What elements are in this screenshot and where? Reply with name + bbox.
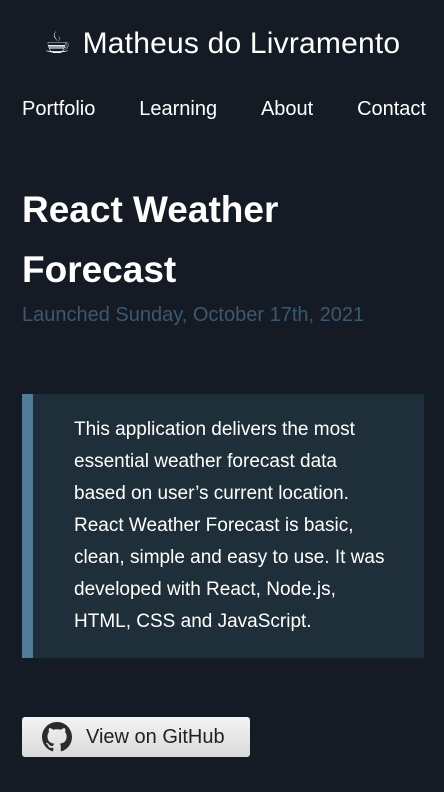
- site-header: ☕ Matheus do Livramento: [0, 22, 444, 66]
- page-title: React Weather Forecast: [22, 189, 279, 290]
- nav-item-learning[interactable]: Learning: [139, 98, 217, 121]
- view-on-github-button[interactable]: View on GitHub: [22, 717, 250, 757]
- site-title[interactable]: Matheus do Livramento: [83, 27, 401, 61]
- github-icon: [42, 722, 72, 752]
- description-blockquote: This application delivers the most essen…: [22, 394, 424, 658]
- nav-item-about[interactable]: About: [261, 98, 313, 121]
- nav-item-portfolio[interactable]: Portfolio: [22, 98, 95, 121]
- launch-date: Launched Sunday, October 17th, 2021: [22, 304, 365, 326]
- nav-item-contact[interactable]: Contact: [357, 98, 426, 121]
- coffee-cup-icon: ☕: [43, 27, 71, 60]
- github-button-label: View on GitHub: [86, 725, 225, 748]
- description-text: This application delivers the most essen…: [74, 419, 385, 632]
- main-nav: Portfolio Learning About Contact: [22, 94, 426, 124]
